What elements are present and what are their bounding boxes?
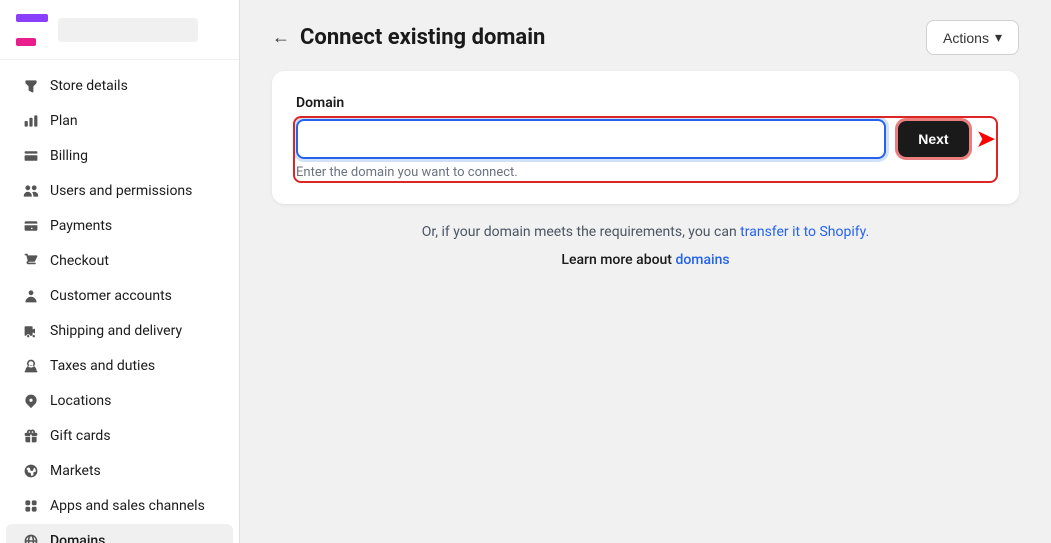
domains-link[interactable]: domains [675, 252, 729, 268]
domain-card: Domain Next ➤ Enter the domain you want … [272, 71, 1019, 204]
sidebar-item-markets[interactable]: Markets [6, 454, 233, 488]
domain-input-highlight: Next ➤ Enter the domain you want to conn… [296, 119, 995, 180]
learn-more: Learn more about domains [272, 252, 1019, 268]
transfer-link[interactable]: transfer it to Shopify. [740, 224, 869, 240]
sidebar-label-checkout: Checkout [50, 253, 109, 269]
sidebar-label-locations: Locations [50, 393, 111, 409]
nav-list: Store details Plan Billing Users and per… [0, 60, 239, 543]
next-button[interactable]: Next [898, 121, 968, 157]
next-button-area: Next ➤ [898, 121, 995, 157]
sidebar-label-taxes-duties: Taxes and duties [50, 358, 155, 374]
sidebar-label-plan: Plan [50, 113, 78, 129]
shipping-icon [22, 322, 40, 340]
store-icon [22, 77, 40, 95]
payments-icon [22, 217, 40, 235]
sidebar-item-domains[interactable]: Domains [6, 524, 233, 543]
markets-icon [22, 462, 40, 480]
sidebar-item-shipping-delivery[interactable]: Shipping and delivery [6, 314, 233, 348]
back-button[interactable]: ← [272, 27, 290, 48]
sidebar-item-gift-cards[interactable]: Gift cards [6, 419, 233, 453]
sidebar-label-shipping-delivery: Shipping and delivery [50, 323, 182, 339]
domain-field-label: Domain [296, 95, 995, 111]
transfer-note: Or, if your domain meets the requirement… [272, 224, 1019, 240]
sidebar-item-users-permissions[interactable]: Users and permissions [6, 174, 233, 208]
actions-label: Actions [943, 30, 989, 46]
sidebar-label-users-permissions: Users and permissions [50, 183, 192, 199]
chevron-down-icon: ▾ [995, 29, 1002, 46]
sidebar-label-domains: Domains [50, 533, 105, 543]
domains-icon [22, 532, 40, 543]
main-content: ← Connect existing domain Actions ▾ Doma… [240, 0, 1051, 543]
domain-input[interactable] [298, 121, 884, 157]
arrow-annotation: ➤ [977, 127, 995, 152]
sidebar-item-locations[interactable]: Locations [6, 384, 233, 418]
domain-input-row: Next ➤ [296, 119, 995, 159]
sidebar-item-plan[interactable]: Plan [6, 104, 233, 138]
page-header: ← Connect existing domain Actions ▾ [240, 0, 1051, 71]
learn-prefix: Learn more about [561, 252, 672, 268]
logo-icon [16, 14, 48, 46]
checkout-icon [22, 252, 40, 270]
billing-icon [22, 147, 40, 165]
sidebar-label-gift-cards: Gift cards [50, 428, 111, 444]
sidebar-label-customer-accounts: Customer accounts [50, 288, 172, 304]
locations-icon [22, 392, 40, 410]
sidebar-item-apps-sales-channels[interactable]: Apps and sales channels [6, 489, 233, 523]
sidebar-label-payments: Payments [50, 218, 112, 234]
sidebar: Store details Plan Billing Users and per… [0, 0, 240, 543]
sidebar-logo [0, 0, 239, 60]
sidebar-label-billing: Billing [50, 148, 88, 164]
page-title: Connect existing domain [300, 25, 545, 50]
sidebar-label-store-details: Store details [50, 78, 128, 94]
header-left: ← Connect existing domain [272, 25, 545, 50]
sidebar-item-payments[interactable]: Payments [6, 209, 233, 243]
customer-accounts-icon [22, 287, 40, 305]
actions-button[interactable]: Actions ▾ [926, 20, 1019, 55]
gift-icon [22, 427, 40, 445]
sidebar-label-apps-sales-channels: Apps and sales channels [50, 498, 205, 514]
logo-bar-bottom [16, 38, 36, 46]
sidebar-item-checkout[interactable]: Checkout [6, 244, 233, 278]
sidebar-label-markets: Markets [50, 463, 101, 479]
users-icon [22, 182, 40, 200]
sidebar-item-customer-accounts[interactable]: Customer accounts [6, 279, 233, 313]
plan-icon [22, 112, 40, 130]
transfer-text: Or, if your domain meets the requirement… [422, 224, 737, 240]
apps-icon [22, 497, 40, 515]
domain-input-wrapper [296, 119, 886, 159]
sidebar-item-store-details[interactable]: Store details [6, 69, 233, 103]
sidebar-item-billing[interactable]: Billing [6, 139, 233, 173]
logo-bar-top [16, 14, 48, 22]
taxes-icon [22, 357, 40, 375]
sidebar-item-taxes-duties[interactable]: Taxes and duties [6, 349, 233, 383]
store-name-placeholder [58, 18, 198, 42]
domain-hint: Enter the domain you want to connect. [296, 165, 995, 180]
